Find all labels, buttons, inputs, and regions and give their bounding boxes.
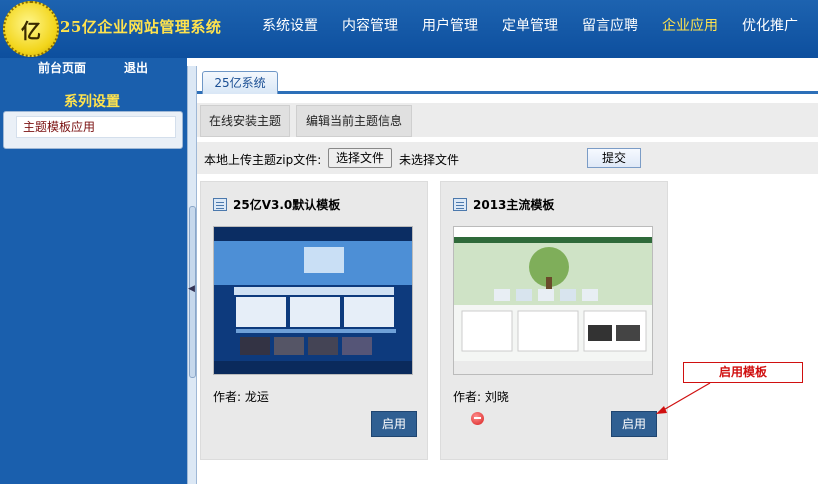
nav-messages-jobs[interactable]: 留言应聘 xyxy=(582,15,662,35)
card-author: 作者: 龙运 xyxy=(213,390,269,404)
template-icon xyxy=(453,198,467,211)
card-title: 25亿V3.0默认模板 xyxy=(233,198,341,212)
delete-icon[interactable] xyxy=(471,412,484,425)
theme-card: 25亿V3.0默认模板 作者: 龙运 启用 xyxy=(200,181,428,460)
sidebar-splitter[interactable]: ◀ xyxy=(187,66,197,484)
nav-content-management[interactable]: 内容管理 xyxy=(342,15,422,35)
card-title: 2013主流模板 xyxy=(473,198,555,212)
nav-system-settings[interactable]: 系统设置 xyxy=(262,15,342,35)
no-file-text: 未选择文件 xyxy=(399,153,460,167)
sidebar-menu: 主题模板应用 xyxy=(3,111,183,149)
subtab-bar: 在线安装主题 编辑当前主题信息 xyxy=(197,103,818,137)
top-nav: 系统设置 内容管理 用户管理 定单管理 留言应聘 企业应用 优化推广 xyxy=(262,15,812,35)
left-sidebar: 前台页面 退出 系列设置 主题模板应用 xyxy=(0,58,187,484)
tab-25yi-system[interactable]: 25亿系统 xyxy=(202,71,278,94)
subtab-online-install[interactable]: 在线安装主题 xyxy=(200,105,290,137)
logout-link[interactable]: 退出 xyxy=(124,59,148,76)
template-thumbnail[interactable] xyxy=(213,226,413,375)
theme-card: 2013主流模板 作者: 刘晓 启用 xyxy=(440,181,668,460)
app-title: 25亿企业网站管理系统 xyxy=(60,18,222,36)
collapse-arrow-icon[interactable]: ◀ xyxy=(188,284,195,294)
nav-enterprise-apps[interactable]: 企业应用 xyxy=(662,15,742,35)
card-header: 2013主流模板 xyxy=(453,196,554,213)
sidebar-item-theme-templates[interactable]: 主题模板应用 xyxy=(16,116,176,138)
card-header: 25亿V3.0默认模板 xyxy=(213,196,340,213)
logo-char: 亿 xyxy=(21,18,41,43)
template-icon xyxy=(213,198,227,211)
sidebar-links: 前台页面 退出 xyxy=(38,59,148,76)
nav-order-management[interactable]: 定单管理 xyxy=(502,15,582,35)
subtab-edit-theme-info[interactable]: 编辑当前主题信息 xyxy=(296,105,412,137)
main-content: 25亿系统 在线安装主题 编辑当前主题信息 本地上传主题zip文件: 选择文件 … xyxy=(197,58,818,484)
sidebar-section-title: 系列设置 xyxy=(64,94,120,110)
submit-button[interactable]: 提交 xyxy=(587,148,641,168)
upload-bar: 本地上传主题zip文件: 选择文件 未选择文件 提交 xyxy=(197,142,818,174)
main-tabbar: 25亿系统 xyxy=(197,66,818,94)
choose-file-button[interactable]: 选择文件 xyxy=(328,148,392,168)
upload-label: 本地上传主题zip文件: xyxy=(204,153,322,167)
frontend-page-link[interactable]: 前台页面 xyxy=(38,59,86,76)
card-author: 作者: 刘晓 xyxy=(453,390,509,404)
template-thumbnail[interactable] xyxy=(453,226,653,375)
nav-user-management[interactable]: 用户管理 xyxy=(422,15,502,35)
annotation-arrow xyxy=(656,382,711,414)
top-header: 亿 25亿企业网站管理系统 系统设置 内容管理 用户管理 定单管理 留言应聘 企… xyxy=(0,0,818,58)
logo-badge: 亿 xyxy=(3,1,59,57)
enable-button[interactable]: 启用 xyxy=(371,411,417,437)
nav-seo-promotion[interactable]: 优化推广 xyxy=(742,15,812,35)
